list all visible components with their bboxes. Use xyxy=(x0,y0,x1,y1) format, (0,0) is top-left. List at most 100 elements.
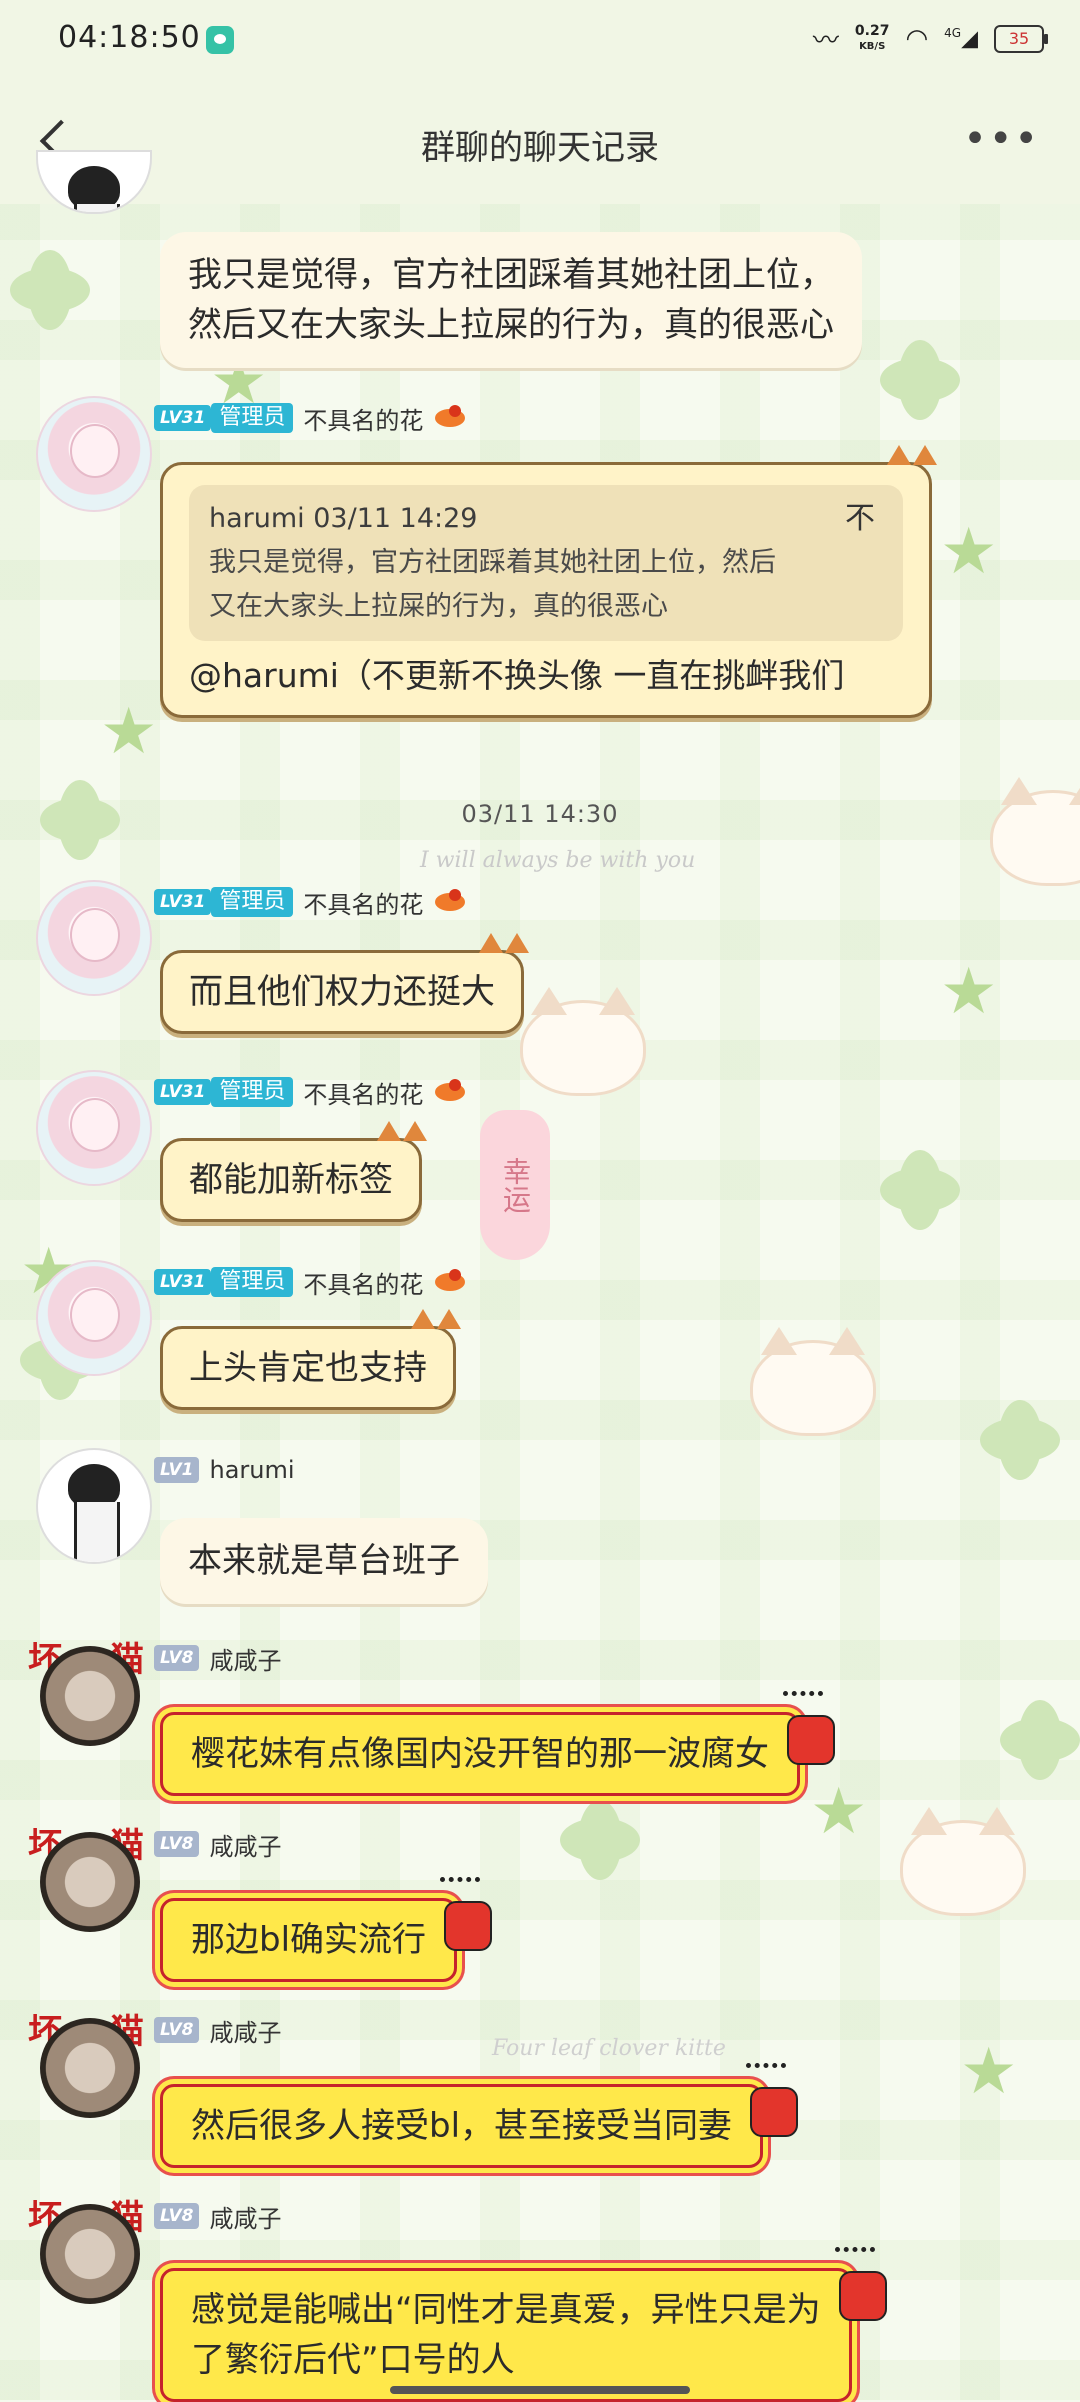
sender-name: 不具名的花 xyxy=(303,406,424,435)
quote-tail-char: 不 xyxy=(845,501,875,536)
avatar[interactable] xyxy=(36,396,152,512)
message-text: 樱花妹有点像国内没开智的那一波腐女 xyxy=(191,1734,769,1774)
message-bubble[interactable]: 而且他们权力还挺大 xyxy=(160,933,529,1034)
avatar[interactable] xyxy=(40,1646,140,1746)
background-caption: Four leaf clover kitte xyxy=(492,2036,726,2061)
admin-badge: 管理员 xyxy=(211,1077,294,1107)
message-text: 我只是觉得，官方社团踩着其她社团上位， xyxy=(188,255,834,295)
star-decoration: ★ xyxy=(940,955,998,1029)
sender-info: LV8 咸咸子 xyxy=(154,2012,281,2048)
page-title: 群聊的聊天记录 xyxy=(421,128,659,168)
message-text: 都能加新标签 xyxy=(189,1160,393,1200)
sender-info: LV8 咸咸子 xyxy=(154,1640,281,1676)
status-icons: 〰 0.27 KB/S ◠ 4G◢ 35 xyxy=(812,20,1048,57)
sender-info: LV1 harumi xyxy=(154,1452,295,1488)
star-decoration: ★ xyxy=(810,1775,868,1849)
avatar[interactable] xyxy=(36,1260,152,1376)
avatar[interactable] xyxy=(40,2018,140,2118)
battery-level: 35 xyxy=(1008,28,1030,48)
vibrate-icon: 〰 xyxy=(812,26,839,56)
message-bubble[interactable]: 都能加新标签 xyxy=(160,1121,427,1222)
message-text: 那边bl确实流行 xyxy=(191,1920,427,1960)
message-text: 上头肯定也支持 xyxy=(189,1348,427,1388)
level-badge: LV8 xyxy=(154,2203,200,2229)
avatar[interactable] xyxy=(40,2204,140,2304)
battery-icon: 35 xyxy=(994,24,1048,53)
clover-decoration xyxy=(880,1150,960,1230)
clover-decoration xyxy=(10,250,90,330)
level-badge: LV31 xyxy=(154,889,212,915)
message-text: @harumi（不更新不换头像 一直在挑衅我们 xyxy=(189,656,845,695)
admin-badge: 管理员 xyxy=(211,1267,294,1297)
avatar[interactable] xyxy=(36,880,152,996)
level-badge: LV8 xyxy=(154,1645,200,1671)
message-text: 然后很多人接受bl，甚至接受当同妻 xyxy=(191,2106,733,2146)
thumbs-up-icon xyxy=(436,1877,494,1951)
lucky-charm: 幸运 xyxy=(480,1110,550,1260)
cat-decoration xyxy=(750,1327,876,1436)
sender-name: 咸咸子 xyxy=(209,1832,282,1861)
message-bubble[interactable]: harumi 03/11 14:29 不 我只是觉得，官方社团踩着其她社团上位，… xyxy=(160,445,937,718)
message-text: 感觉是能喊出“同性才是真爱，异性只是为 xyxy=(191,2290,821,2330)
chat-timestamp: 03/11 14:30 xyxy=(461,800,619,828)
message-bubble[interactable]: 本来就是草台班子 xyxy=(160,1518,488,1604)
level-badge: LV31 xyxy=(154,1079,212,1105)
cat-decoration xyxy=(520,987,646,1096)
sender-info: LV31 管理员 不具名的花 xyxy=(154,400,469,436)
level-badge: LV8 xyxy=(154,1831,200,1857)
sender-name: 不具名的花 xyxy=(303,1080,424,1109)
clock: 04:18:50 xyxy=(58,20,201,55)
gesture-home-bar[interactable] xyxy=(390,2386,690,2394)
sender-info: LV31 管理员 不具名的花 xyxy=(154,884,469,920)
status-bar: 04:18:50 〰 0.27 KB/S ◠ 4G◢ 35 xyxy=(0,0,1080,80)
sender-name: 咸咸子 xyxy=(209,2204,282,2233)
message-bubble[interactable]: 感觉是能喊出“同性才是真爱，异性只是为 了繁衍后代”口号的人 xyxy=(160,2247,887,2402)
admin-badge: 管理员 xyxy=(211,887,294,917)
avatar[interactable] xyxy=(36,1070,152,1186)
quote-text: 又在大家头上拉屎的行为，真的很恶心 xyxy=(209,591,668,622)
dragon-badge-icon xyxy=(433,889,469,915)
sender-name: harumi xyxy=(209,1456,295,1484)
wifi-icon: ◠ xyxy=(905,23,929,54)
sender-info: LV8 咸咸子 xyxy=(154,2198,281,2234)
dragon-badge-icon xyxy=(433,1079,469,1105)
sender-name: 咸咸子 xyxy=(209,1646,282,1675)
message-text: 了繁衍后代”口号的人 xyxy=(191,2340,515,2380)
message-bubble[interactable]: 那边bl确实流行 xyxy=(160,1877,493,1982)
thumbs-up-icon xyxy=(742,2063,800,2137)
quote-text: 我只是觉得，官方社团踩着其她社团上位，然后 xyxy=(209,547,776,578)
message-bubble[interactable]: 然后很多人接受bl，甚至接受当同妻 xyxy=(160,2063,799,2168)
clover-decoration xyxy=(560,1800,640,1880)
sender-name: 不具名的花 xyxy=(303,890,424,919)
sender-info: LV31 管理员 不具名的花 xyxy=(154,1074,469,1110)
message-bubble[interactable]: 上头肯定也支持 xyxy=(160,1309,461,1410)
admin-badge: 管理员 xyxy=(211,403,294,433)
more-dots-icon[interactable]: ••• xyxy=(963,119,1040,159)
star-decoration: ★ xyxy=(100,695,158,769)
quoted-message[interactable]: harumi 03/11 14:29 不 我只是觉得，官方社团踩着其她社团上位，… xyxy=(189,485,903,641)
level-badge: LV31 xyxy=(154,405,212,431)
quote-header: harumi 03/11 14:29 不 xyxy=(209,497,883,541)
avatar[interactable] xyxy=(36,1448,152,1564)
background-caption: I will always be with you xyxy=(420,848,696,873)
cat-ears-decoration xyxy=(883,445,939,477)
net-speed-value: 0.27 xyxy=(854,22,890,39)
level-badge: LV1 xyxy=(154,1457,200,1483)
clover-decoration xyxy=(980,1400,1060,1480)
star-decoration: ★ xyxy=(960,2035,1018,2109)
cat-ears-decoration xyxy=(407,1309,463,1341)
avatar[interactable] xyxy=(40,1832,140,1932)
dragon-badge-icon xyxy=(433,1269,469,1295)
star-decoration: ★ xyxy=(940,515,998,589)
network-speed-icon: 0.27 KB/S xyxy=(854,22,890,54)
message-text: 然后又在大家头上拉屎的行为，真的很恶心 xyxy=(188,305,834,345)
network-type: 4G xyxy=(944,25,962,40)
thumbs-up-icon xyxy=(831,2247,889,2321)
thumbs-up-icon xyxy=(779,1691,837,1765)
sender-name: 咸咸子 xyxy=(209,2018,282,2047)
cat-decoration xyxy=(900,1807,1026,1916)
message-bubble[interactable]: 我只是觉得，官方社团踩着其她社团上位， 然后又在大家头上拉屎的行为，真的很恶心 xyxy=(160,232,862,368)
message-bubble[interactable]: 樱花妹有点像国内没开智的那一波腐女 xyxy=(160,1691,835,1796)
cat-ears-decoration xyxy=(373,1121,429,1153)
notification-app-icon xyxy=(206,26,234,54)
